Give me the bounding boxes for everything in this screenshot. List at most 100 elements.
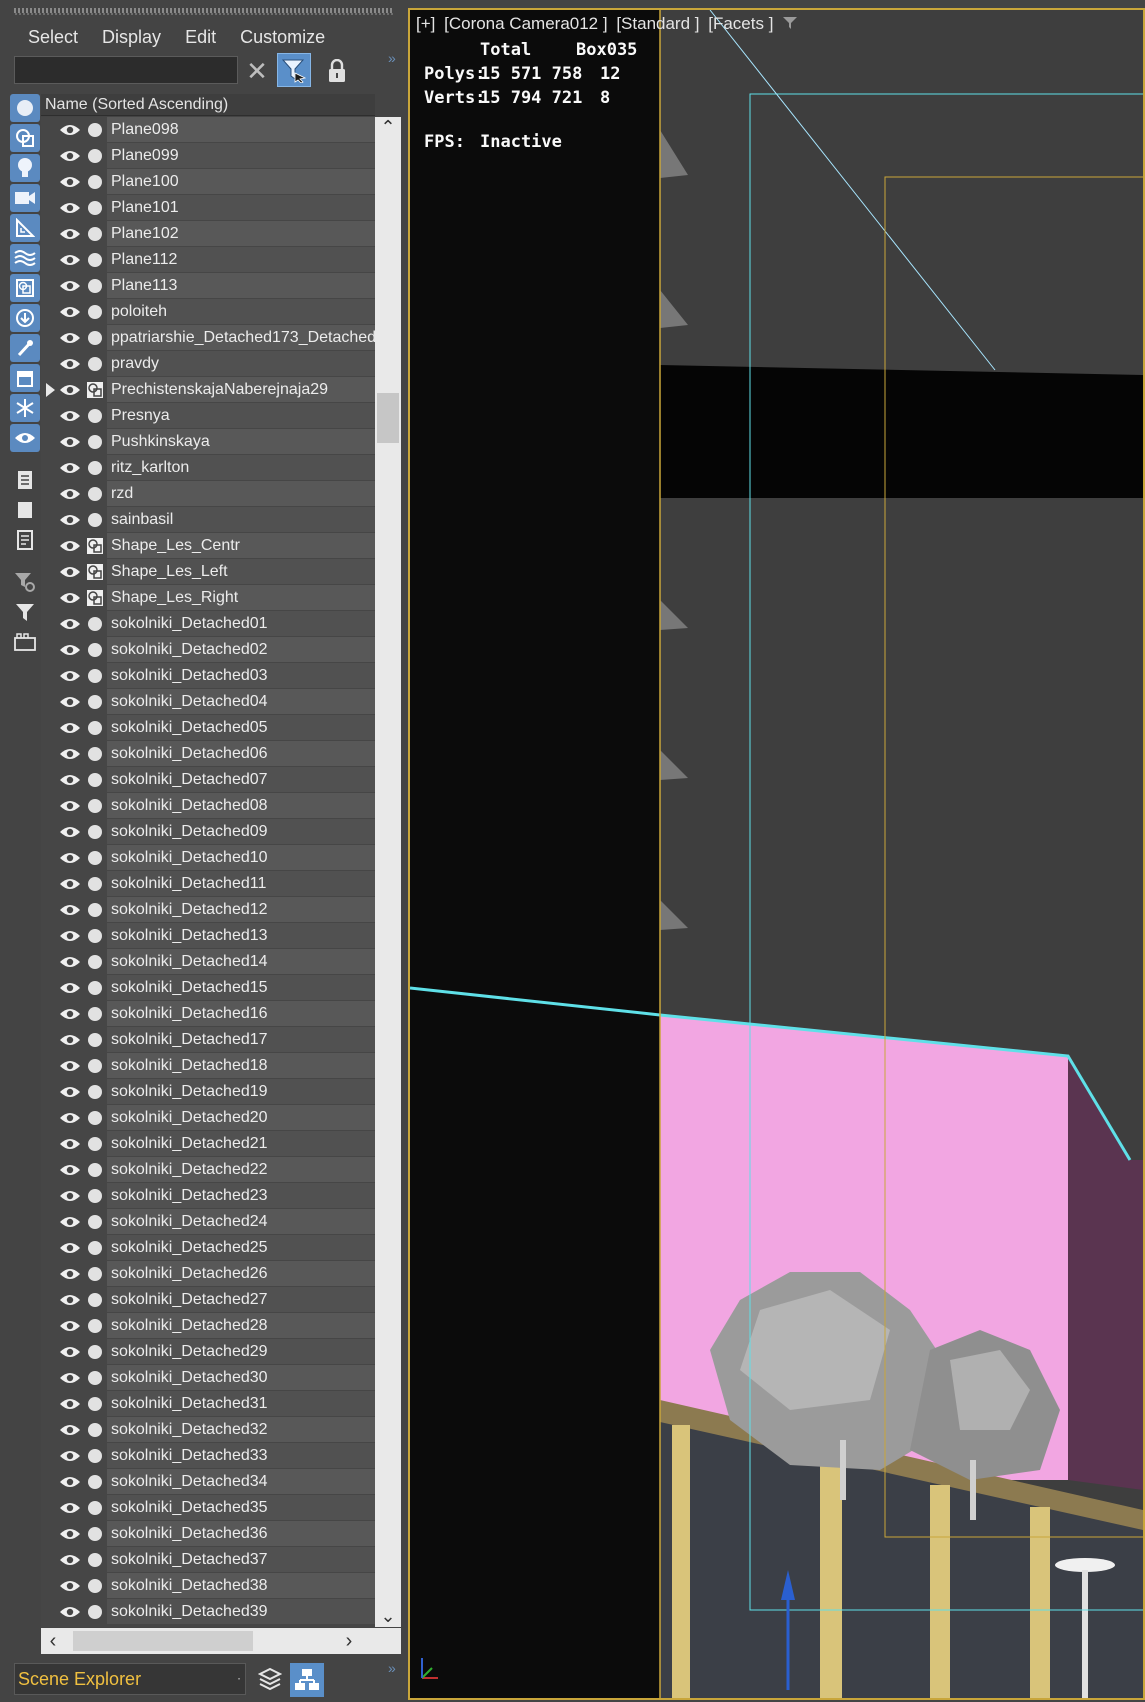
- list-item[interactable]: Plane098: [41, 117, 375, 143]
- visibility-eye-icon[interactable]: [59, 981, 81, 995]
- sort-by-hierarchy-button[interactable]: [290, 1663, 324, 1697]
- visibility-eye-icon[interactable]: [59, 383, 81, 397]
- visibility-eye-icon[interactable]: [59, 1345, 81, 1359]
- object-name[interactable]: sokolniki_Detached20: [107, 1105, 375, 1130]
- visibility-eye-icon[interactable]: [59, 1605, 81, 1619]
- list-item[interactable]: sokolniki_Detached04: [41, 689, 375, 715]
- menu-select[interactable]: Select: [28, 24, 78, 50]
- list-item[interactable]: sokolniki_Detached03: [41, 663, 375, 689]
- object-name[interactable]: sokolniki_Detached31: [107, 1391, 375, 1416]
- display-invert-button[interactable]: [10, 526, 40, 554]
- list-item[interactable]: poloiteh: [41, 299, 375, 325]
- vertical-scroll-thumb[interactable]: [377, 393, 399, 443]
- visibility-eye-icon[interactable]: [59, 253, 81, 267]
- object-name[interactable]: sokolniki_Detached27: [107, 1287, 375, 1312]
- visibility-eye-icon[interactable]: [59, 1527, 81, 1541]
- viewport-display-menu[interactable]: [Facets ]: [708, 14, 773, 33]
- object-name[interactable]: sokolniki_Detached10: [107, 845, 375, 870]
- list-item[interactable]: sokolniki_Detached07: [41, 767, 375, 793]
- camera-viewport[interactable]: [+] [Corona Camera012 ] [Standard ] [Fac…: [408, 8, 1145, 1700]
- object-name[interactable]: Plane113: [107, 273, 375, 298]
- object-name[interactable]: rzd: [107, 481, 375, 506]
- visibility-eye-icon[interactable]: [59, 305, 81, 319]
- object-name[interactable]: sokolniki_Detached25: [107, 1235, 375, 1260]
- visibility-eye-icon[interactable]: [59, 1189, 81, 1203]
- list-item[interactable]: sokolniki_Detached37: [41, 1547, 375, 1573]
- list-item[interactable]: sokolniki_Detached35: [41, 1495, 375, 1521]
- lock-button[interactable]: [320, 54, 354, 88]
- object-name[interactable]: sokolniki_Detached28: [107, 1313, 375, 1338]
- display-shapes-button[interactable]: [10, 124, 40, 152]
- list-item[interactable]: Plane113: [41, 273, 375, 299]
- list-item[interactable]: sokolniki_Detached39: [41, 1599, 375, 1625]
- expand-arrow-icon[interactable]: [46, 383, 55, 397]
- object-name[interactable]: sokolniki_Detached29: [107, 1339, 375, 1364]
- visibility-eye-icon[interactable]: [59, 409, 81, 423]
- visibility-eye-icon[interactable]: [59, 1137, 81, 1151]
- list-item[interactable]: Shape_Les_Right: [41, 585, 375, 611]
- list-item[interactable]: sokolniki_Detached15: [41, 975, 375, 1001]
- object-name[interactable]: sokolniki_Detached17: [107, 1027, 375, 1052]
- viewport-shading-menu[interactable]: [Standard ]: [616, 14, 699, 33]
- display-cameras-button[interactable]: [10, 184, 40, 212]
- sort-by-layer-button[interactable]: [254, 1663, 286, 1695]
- list-item[interactable]: rzd: [41, 481, 375, 507]
- list-item[interactable]: sokolniki_Detached10: [41, 845, 375, 871]
- display-lights-button[interactable]: [10, 154, 40, 182]
- object-name[interactable]: Shape_Les_Right: [107, 585, 375, 610]
- visibility-eye-icon[interactable]: [59, 1033, 81, 1047]
- visibility-eye-icon[interactable]: [59, 435, 81, 449]
- object-name[interactable]: sokolniki_Detached33: [107, 1443, 375, 1468]
- list-item[interactable]: Plane112: [41, 247, 375, 273]
- list-item[interactable]: sokolniki_Detached11: [41, 871, 375, 897]
- object-name[interactable]: sokolniki_Detached24: [107, 1209, 375, 1234]
- object-name[interactable]: Plane098: [107, 117, 375, 142]
- object-name[interactable]: sokolniki_Detached18: [107, 1053, 375, 1078]
- list-item[interactable]: sokolniki_Detached34: [41, 1469, 375, 1495]
- visibility-eye-icon[interactable]: [59, 1111, 81, 1125]
- object-name[interactable]: sokolniki_Detached15: [107, 975, 375, 1000]
- visibility-eye-icon[interactable]: [59, 149, 81, 163]
- display-all-button[interactable]: [10, 466, 40, 494]
- object-name[interactable]: ppatriarshie_Detached173_Detached3: [107, 325, 375, 350]
- visibility-eye-icon[interactable]: [59, 1397, 81, 1411]
- visibility-eye-icon[interactable]: [59, 1215, 81, 1229]
- expand-toolbar-chevron-icon[interactable]: »: [388, 50, 396, 66]
- object-name[interactable]: Presnya: [107, 403, 375, 428]
- object-name[interactable]: sokolniki_Detached14: [107, 949, 375, 974]
- object-name[interactable]: Plane099: [107, 143, 375, 168]
- scroll-left-chevron-icon[interactable]: ‹: [41, 1628, 65, 1654]
- object-name[interactable]: Plane112: [107, 247, 375, 272]
- visibility-eye-icon[interactable]: [59, 1267, 81, 1281]
- list-item[interactable]: Plane101: [41, 195, 375, 221]
- object-name[interactable]: PrechistenskajaNaberejnaja29: [107, 377, 375, 402]
- visibility-eye-icon[interactable]: [59, 279, 81, 293]
- horizontal-scrollbar[interactable]: ‹ ›: [41, 1628, 401, 1654]
- display-frozen-button[interactable]: [10, 394, 40, 422]
- viewport-general-menu[interactable]: [+]: [416, 14, 435, 33]
- visibility-eye-icon[interactable]: [59, 1371, 81, 1385]
- visibility-eye-icon[interactable]: [59, 565, 81, 579]
- explorer-selector-dropdown[interactable]: Scene Explorer ⋅: [14, 1663, 246, 1695]
- visibility-eye-icon[interactable]: [59, 591, 81, 605]
- viewport-camera-menu[interactable]: [Corona Camera012 ]: [444, 14, 607, 33]
- object-name[interactable]: pravdy: [107, 351, 375, 376]
- list-item[interactable]: sainbasil: [41, 507, 375, 533]
- visibility-eye-icon[interactable]: [59, 617, 81, 631]
- object-name[interactable]: Plane101: [107, 195, 375, 220]
- visibility-eye-icon[interactable]: [59, 877, 81, 891]
- object-name[interactable]: sokolniki_Detached11: [107, 871, 375, 896]
- list-item[interactable]: Plane099: [41, 143, 375, 169]
- display-hidden-button[interactable]: [10, 424, 40, 452]
- list-item[interactable]: sokolniki_Detached24: [41, 1209, 375, 1235]
- object-name[interactable]: sokolniki_Detached08: [107, 793, 375, 818]
- display-xrefs-button[interactable]: [10, 304, 40, 332]
- list-item[interactable]: sokolniki_Detached01: [41, 611, 375, 637]
- list-item[interactable]: sokolniki_Detached13: [41, 923, 375, 949]
- visibility-eye-icon[interactable]: [59, 799, 81, 813]
- visibility-eye-icon[interactable]: [59, 1319, 81, 1333]
- object-name[interactable]: sokolniki_Detached26: [107, 1261, 375, 1286]
- visibility-eye-icon[interactable]: [59, 721, 81, 735]
- list-item[interactable]: Plane100: [41, 169, 375, 195]
- selection-filter-button[interactable]: [277, 53, 311, 87]
